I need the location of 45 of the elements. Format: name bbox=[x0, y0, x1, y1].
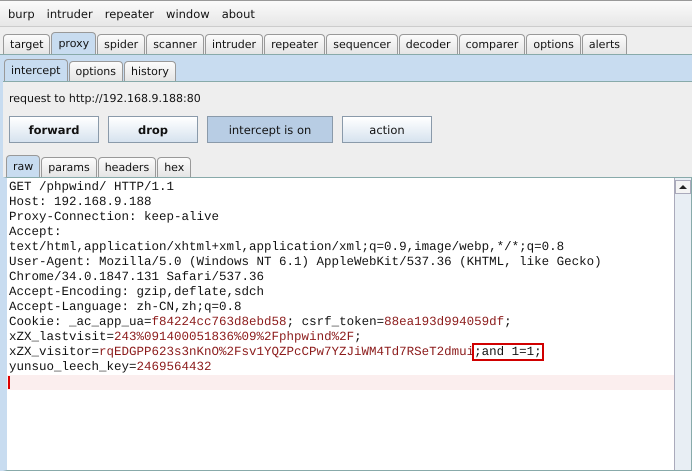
action-button[interactable]: action bbox=[342, 116, 432, 143]
scrollbar[interactable] bbox=[674, 178, 691, 470]
tab[interactable]: options bbox=[526, 34, 581, 54]
request-editor[interactable] bbox=[3, 177, 692, 471]
request-line: xZX_visitor=rqEDGPP623s3nKnO%2Fsv1YQZPcCPw7YZJiWM4Td7RSeT2dmui;and 1=1; bbox=[8, 345, 542, 360]
request-line: text/html,application/xhtml+xml,application/xml;q=0.9,image/webp,*/*;q=0.8 bbox=[8, 240, 564, 255]
tab[interactable]: repeater bbox=[264, 34, 326, 54]
menu-item[interactable]: repeater bbox=[98, 6, 160, 20]
action-button[interactable]: intercept is on bbox=[207, 116, 333, 143]
request-line: Proxy-Connection: keep-alive bbox=[8, 210, 220, 225]
editor-tab[interactable]: params bbox=[41, 157, 97, 177]
tab[interactable]: proxy bbox=[51, 32, 96, 54]
editor-tab[interactable]: hex bbox=[157, 157, 192, 177]
scroll-up-icon[interactable] bbox=[675, 180, 691, 194]
text-cursor bbox=[8, 376, 10, 389]
tab[interactable]: decoder bbox=[398, 34, 458, 54]
request-label: request to http://192.168.9.188:80 bbox=[8, 91, 202, 107]
request-line: Cookie: _ac_app_ua=f84224cc763d8ebd58; csrf_token=88ea193d994059df; bbox=[8, 315, 512, 330]
request-line: Host: 192.168.9.188 bbox=[8, 195, 152, 210]
menu-item[interactable]: intruder bbox=[40, 6, 99, 20]
tab[interactable]: sequencer bbox=[326, 34, 398, 54]
request-line: yunsuo_leech_key=2469564432 bbox=[8, 360, 212, 375]
request-line: xZX_lastvisit=243%091400051836%09%2Fphpwind%2F; bbox=[8, 330, 362, 345]
tab[interactable]: intruder bbox=[204, 34, 264, 54]
menu-item[interactable]: window bbox=[160, 6, 216, 20]
editor-tab[interactable]: raw bbox=[6, 155, 40, 177]
request-line: GET /phpwind/ HTTP/1.1 bbox=[8, 180, 174, 195]
tab[interactable]: comparer bbox=[458, 34, 526, 54]
menu-item[interactable]: burp bbox=[2, 6, 41, 20]
request-line: Accept-Language: zh-CN,zh;q=0.8 bbox=[8, 300, 242, 315]
request-line: Chrome/34.0.1847.131 Safari/537.36 bbox=[8, 270, 264, 285]
sub-tab[interactable]: intercept bbox=[4, 59, 68, 81]
editor-tab[interactable]: headers bbox=[98, 157, 156, 177]
tab[interactable]: alerts bbox=[582, 34, 628, 54]
tab[interactable]: spider bbox=[97, 34, 146, 54]
request-line: User-Agent: Mozilla/5.0 (Windows NT 6.1) AppleWebKit/537.36 (KHTML, like Gecko) bbox=[8, 255, 602, 270]
action-button[interactable]: drop bbox=[108, 116, 198, 143]
sub-tab[interactable]: history bbox=[124, 61, 176, 81]
action-button[interactable]: forward bbox=[9, 116, 99, 143]
request-line: Accept: bbox=[8, 225, 62, 240]
request-line: Accept-Encoding: gzip,deflate,sdch bbox=[8, 285, 264, 300]
menu-item[interactable]: about bbox=[216, 6, 261, 20]
sub-tab[interactable]: options bbox=[68, 61, 124, 81]
tab[interactable]: target bbox=[3, 34, 50, 54]
tab[interactable]: scanner bbox=[146, 34, 204, 54]
